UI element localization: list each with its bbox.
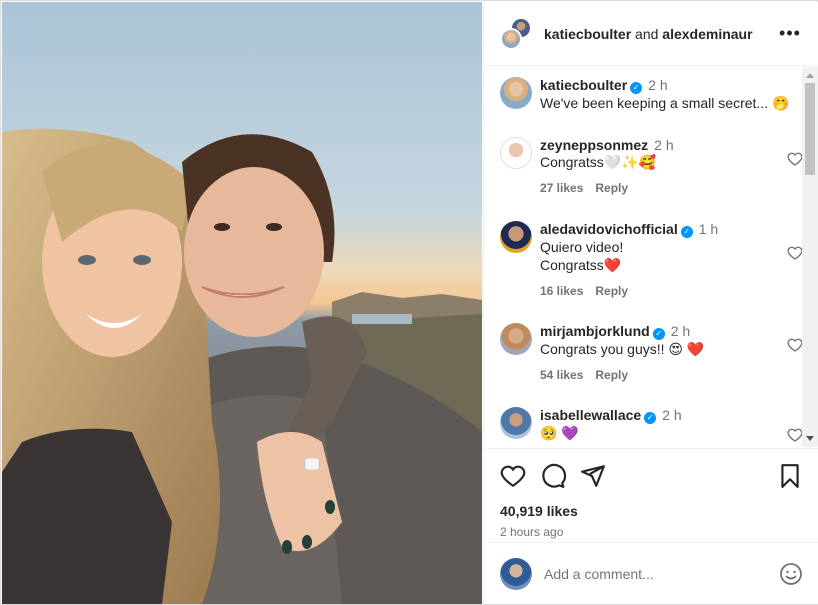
heart-icon[interactable] [787,245,803,261]
author-link[interactable]: alexdeminaur [662,26,752,42]
reply-button[interactable]: Reply [595,284,628,298]
comment-meta: 27 likes Reply [540,181,775,195]
comment-text: Congrats you guys!! 😍 ❤️ [540,341,705,357]
comment-username[interactable]: mirjambjorklund [540,323,650,339]
scroll-down-icon[interactable] [806,436,814,441]
comment-time[interactable]: 2 h [662,407,681,423]
heart-icon[interactable] [500,463,526,489]
post-side-panel: katiecboulter and alexdeminaur ••• katie… [483,2,818,604]
comment-body: isabellewallace ✓ 2 h 🥺 💜 [540,407,818,447]
comments-list: katiecboulter ✓ 2 h We've been keeping a s… [484,67,818,447]
comment-username[interactable]: katiecboulter [540,77,627,93]
avatar[interactable] [500,221,532,253]
comment-likes[interactable]: 16 likes [540,284,583,298]
photo-illustration [2,2,482,604]
comments-scrollbar[interactable] [802,67,818,447]
avatar[interactable] [500,27,522,50]
comment-time[interactable]: 2 h [654,137,673,153]
scroll-up-icon[interactable] [806,73,814,78]
comment-body: aledavidovichofficial ✓ 1 h Quiero video! … [540,221,818,323]
caption: katiecboulter ✓ 2 h We've been keeping a s… [500,77,818,137]
comment-text: Quiero video! Congratss❤️ [540,239,624,273]
comment-meta: 54 likes Reply [540,368,775,382]
comment-icon[interactable] [540,463,566,489]
comment-item: mirjambjorklund ✓ 2 h Congrats you guys!! … [500,323,818,407]
comment-text: Congratss🤍✨🥰 [540,154,657,170]
avatar[interactable] [500,77,532,109]
verified-badge-icon: ✓ [680,226,693,238]
comment-body: zeyneppsonmez 2 h Congratss🤍✨🥰 27 likes Re… [540,137,818,221]
comment-username[interactable]: aledavidovichofficial [540,221,678,237]
avatar [500,557,532,590]
comment-body: mirjambjorklund ✓ 2 h Congrats you guys!! … [540,323,818,407]
comment-time[interactable]: 2 h [671,323,690,339]
action-icons [500,461,803,491]
comment-body: katiecboulter ✓ 2 h We've been keeping a s… [540,77,818,137]
like-count[interactable]: 40,919 likes [500,503,803,519]
avatar[interactable] [500,323,532,355]
ellipsis-icon[interactable]: ••• [778,23,802,44]
post-modal: katiecboulter and alexdeminaur ••• katie… [0,0,818,605]
heart-icon[interactable] [787,337,803,353]
authors-conjunction: and [635,25,659,42]
comment-username[interactable]: zeyneppsonmez [540,137,648,153]
post-photo[interactable] [2,2,482,604]
comment-likes[interactable]: 54 likes [540,368,583,382]
comment-text: 🥺 💜 [540,425,579,441]
comment-time[interactable]: 1 h [699,221,718,237]
heart-icon[interactable] [787,151,803,167]
comment-item: isabellewallace ✓ 2 h 🥺 💜 [500,407,818,447]
collab-avatars[interactable] [500,16,534,51]
post-header: katiecboulter and alexdeminaur ••• [484,2,818,66]
verified-badge-icon: ✓ [644,412,657,424]
verified-badge-icon: ✓ [630,82,643,94]
comment-username[interactable]: isabellewallace [540,407,641,423]
comment-time[interactable]: 2 h [648,77,667,93]
emoji-icon[interactable] [779,562,803,586]
verified-badge-icon: ✓ [652,328,665,340]
scroll-thumb[interactable] [805,83,815,175]
reply-button[interactable]: Reply [595,368,628,382]
post-time[interactable]: 2 hours ago [500,525,803,539]
comment-input[interactable] [544,565,779,582]
bookmark-icon[interactable] [777,463,803,489]
reply-button[interactable]: Reply [595,181,628,195]
post-actions: 40,919 likes 2 hours ago [484,448,818,539]
heart-icon[interactable] [787,427,803,443]
avatar[interactable] [500,137,532,169]
author-link[interactable]: katiecboulter [544,26,631,42]
post-authors: katiecboulter and alexdeminaur [544,26,778,42]
avatar[interactable] [500,407,532,439]
comment-item: zeyneppsonmez 2 h Congratss🤍✨🥰 27 likes Re… [500,137,818,221]
share-icon[interactable] [580,463,606,489]
add-comment-bar [484,542,818,604]
comment-meta: 16 likes Reply [540,284,775,298]
comment-item: aledavidovichofficial ✓ 1 h Quiero video! … [500,221,818,323]
comment-text: We've been keeping a small secret... 🤭 [540,95,790,111]
comment-likes[interactable]: 27 likes [540,181,583,195]
